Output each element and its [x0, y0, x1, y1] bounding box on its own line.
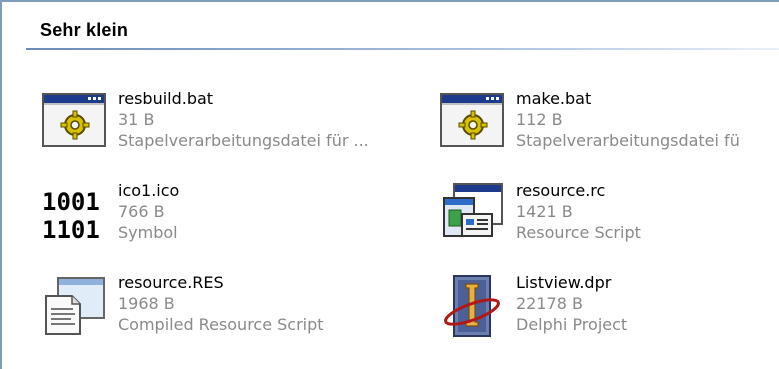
file-size: 766 B: [118, 202, 165, 221]
list-item[interactable]: resource.RES 1968 B Compiled Resource Sc…: [42, 272, 382, 356]
file-name: resource.RES: [118, 273, 224, 292]
group-divider: [26, 48, 779, 50]
file-type: Stapelverarbeitungsdatei für ...: [118, 131, 369, 150]
batch-file-gear-icon: [440, 88, 508, 156]
file-name: make.bat: [516, 89, 592, 108]
file-size: 1968 B: [118, 294, 175, 313]
svg-text:1001: 1001: [42, 188, 100, 216]
file-name: Listview.dpr: [516, 273, 612, 292]
file-type: Stapelverarbeitungsdatei fü: [516, 131, 740, 150]
list-item[interactable]: resource.rc 1421 B Resource Script: [440, 180, 779, 264]
file-type: Delphi Project: [516, 315, 628, 334]
group-title: Sehr klein: [40, 20, 129, 40]
svg-text:1101: 1101: [42, 216, 100, 244]
delphi-project-icon: [440, 272, 508, 340]
list-item[interactable]: Listview.dpr 22178 B Delphi Project: [440, 272, 779, 356]
list-item[interactable]: 1001 1101 ico1.ico 766 B Symbol: [42, 180, 382, 264]
list-item[interactable]: resbuild.bat 31 B Stapelverarbeitungsdat…: [42, 88, 382, 172]
file-type: Compiled Resource Script: [118, 315, 324, 334]
file-size: 22178 B: [516, 294, 583, 313]
file-type: Resource Script: [516, 223, 641, 242]
file-name: resource.rc: [516, 181, 606, 200]
compiled-resource-icon: [42, 272, 110, 340]
file-name: resbuild.bat: [118, 89, 214, 108]
group-header[interactable]: Sehr klein: [14, 14, 779, 50]
binary-icon-file-icon: 1001 1101: [42, 184, 110, 252]
resource-script-icon: [440, 180, 508, 248]
file-type: Symbol: [118, 223, 178, 242]
list-item[interactable]: make.bat 112 B Stapelverarbeitungsdatei …: [440, 88, 779, 172]
file-size: 112 B: [516, 110, 563, 129]
batch-file-gear-icon: [42, 88, 110, 156]
file-size: 1421 B: [516, 202, 573, 221]
file-size: 31 B: [118, 110, 155, 129]
file-name: ico1.ico: [118, 181, 180, 200]
